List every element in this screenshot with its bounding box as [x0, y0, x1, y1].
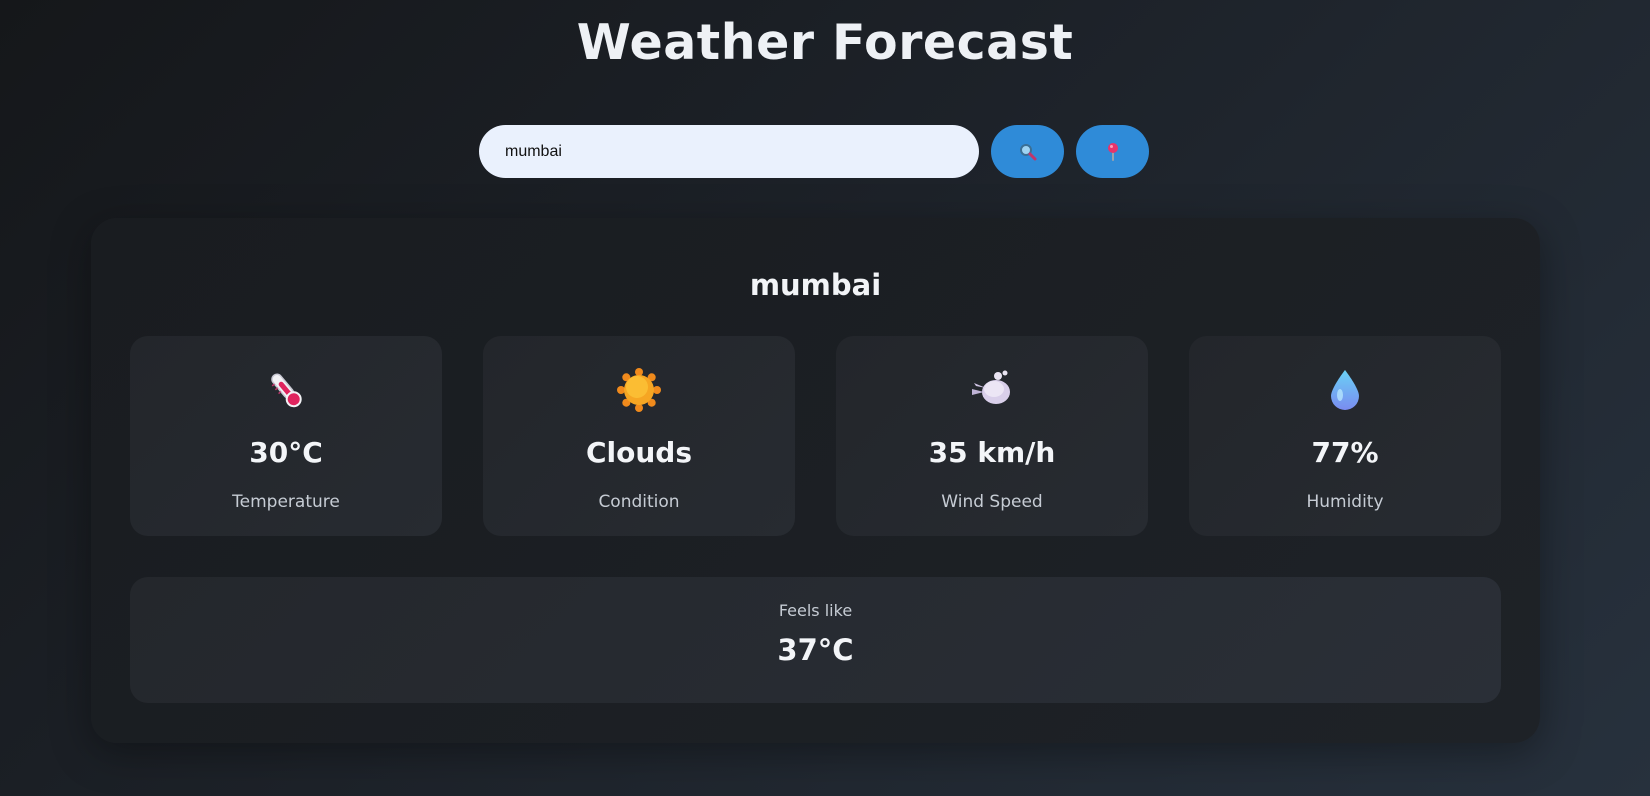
weather-card: mumbai 30°C Temperature Clouds Condition… [91, 218, 1540, 743]
humidity-label: Humidity [1306, 492, 1384, 512]
feels-like-label: Feels like [778, 601, 853, 620]
feels-like-panel: Feels like 37°C [130, 577, 1501, 703]
humidity-value: 77% [1311, 436, 1379, 469]
city-search-input[interactable] [479, 125, 979, 178]
page-title: Weather Forecast [576, 14, 1074, 71]
wind-tile: 35 km/h Wind Speed [836, 336, 1148, 536]
location-button[interactable] [1076, 125, 1149, 178]
feels-like-value: 37°C [777, 633, 854, 667]
temperature-value: 30°C [249, 436, 323, 469]
condition-value: Clouds [585, 436, 693, 469]
wind-speed-value: 35 km/h [928, 436, 1056, 469]
wind-icon [972, 370, 1010, 404]
sun-icon [617, 368, 661, 412]
wind-speed-label: Wind Speed [941, 492, 1043, 512]
condition-label: Condition [598, 492, 680, 512]
magnifier-icon [1019, 143, 1036, 160]
city-name: mumbai [749, 268, 882, 302]
condition-tile: Clouds Condition [483, 336, 795, 536]
temperature-tile: 30°C Temperature [130, 336, 442, 536]
thermometer-icon [271, 373, 302, 408]
search-bar [479, 125, 1149, 178]
search-button[interactable] [991, 125, 1064, 178]
humidity-tile: 77% Humidity [1189, 336, 1501, 536]
droplet-icon [1331, 370, 1359, 410]
pushpin-icon [1107, 142, 1118, 161]
temperature-label: Temperature [232, 492, 340, 512]
